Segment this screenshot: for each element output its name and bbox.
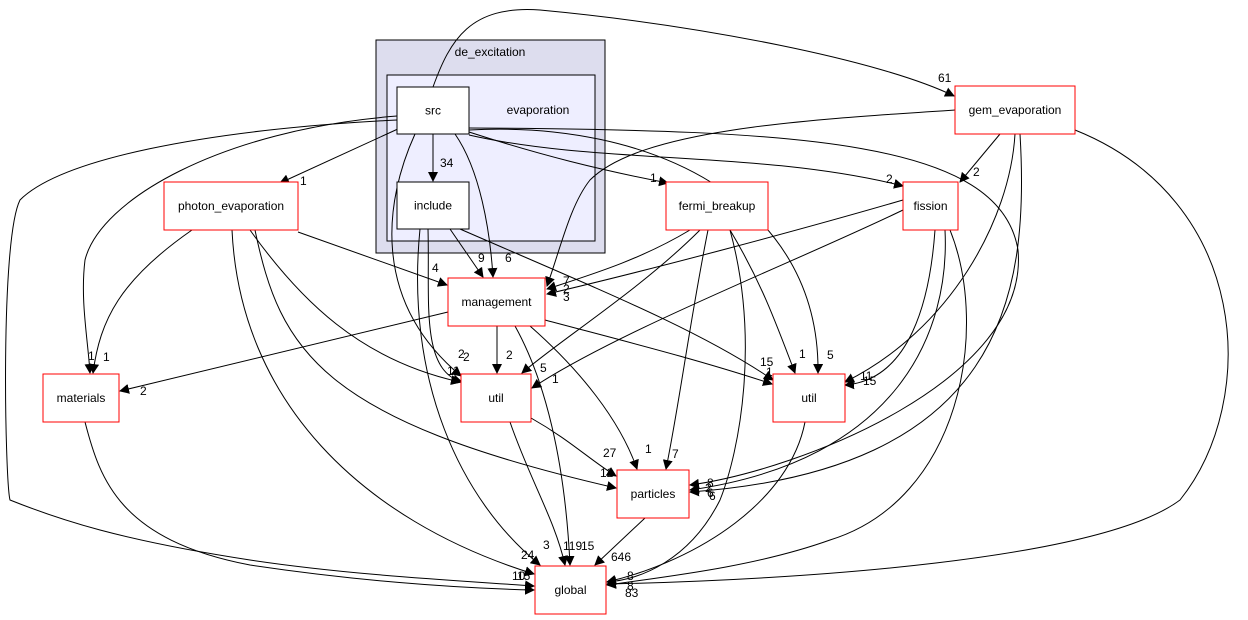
edge-util-left-to-global[interactable]: 15 xyxy=(509,421,595,566)
edge-label[interactable]: 2 xyxy=(506,348,513,362)
edge-line xyxy=(662,229,709,470)
edge-label[interactable]: 8 xyxy=(707,476,714,490)
edge-label[interactable]: 15 xyxy=(517,569,531,583)
node-label: fermi_breakup xyxy=(679,199,756,213)
edge-fission-to-util-right[interactable]: 15 xyxy=(844,229,936,390)
edge-photon-evaporation-to-materials[interactable]: 1 xyxy=(89,229,193,374)
edge-line xyxy=(606,229,746,587)
edge-line xyxy=(84,421,535,595)
node-label: src xyxy=(425,104,441,118)
node-util-right[interactable]: util xyxy=(772,373,846,423)
node-management[interactable]: management xyxy=(447,277,546,327)
edge-label[interactable]: 1 xyxy=(650,171,657,185)
edge-label[interactable]: 2 xyxy=(140,384,147,398)
edge-label[interactable]: 6 xyxy=(505,251,512,265)
edge-label[interactable]: 3 xyxy=(563,290,570,304)
node-label: gem_evaporation xyxy=(969,103,1062,117)
edge-label[interactable]: 2 xyxy=(463,350,470,364)
edge-label[interactable]: 3 xyxy=(543,538,550,552)
node-label: photon_evaporation xyxy=(178,199,284,213)
edge-label[interactable]: 1 xyxy=(799,347,806,361)
edge-label[interactable]: 61 xyxy=(938,71,952,85)
edge-materials-to-global[interactable]: 15 xyxy=(84,421,535,595)
edge-line xyxy=(959,133,1001,183)
node-util-left[interactable]: util xyxy=(460,373,532,423)
node-materials[interactable]: materials xyxy=(42,373,120,423)
edge-line xyxy=(509,421,568,566)
edge-label[interactable]: 15 xyxy=(581,539,595,553)
edge-label[interactable]: 119 xyxy=(563,539,582,553)
node-include[interactable]: include xyxy=(396,181,470,230)
edge-gem-evaporation-to-util-right[interactable]: 11 xyxy=(844,133,1016,383)
node-fermi-breakup[interactable]: fermi_breakup xyxy=(665,181,769,231)
edge-label[interactable]: 9 xyxy=(478,251,485,265)
node-label: materials xyxy=(57,391,106,405)
edge-label[interactable]: 1 xyxy=(88,349,95,363)
node-label: management xyxy=(461,295,532,309)
edge-fermi-breakup-to-global[interactable]: 6 xyxy=(606,229,746,587)
edge-management-to-particles[interactable]: 1 xyxy=(529,325,652,470)
edge-line xyxy=(844,133,1016,383)
node-label: util xyxy=(488,391,503,405)
edge-label[interactable]: 1 xyxy=(300,174,307,188)
edge-fermi-breakup-to-particles[interactable]: 7 xyxy=(662,229,709,470)
node-photon-evaporation[interactable]: photon_evaporation xyxy=(163,181,299,231)
edge-label[interactable]: 11 xyxy=(447,364,460,378)
edge-label[interactable]: 15 xyxy=(863,374,877,388)
node-global[interactable]: global xyxy=(534,565,607,615)
edge-label[interactable]: 6 xyxy=(709,489,716,503)
edge-label[interactable]: 5 xyxy=(540,361,547,375)
edge-management-to-util-left[interactable]: 2 xyxy=(492,326,513,374)
node-label: include xyxy=(414,199,452,213)
edge-particles-to-global[interactable]: 646 xyxy=(594,517,646,566)
edge-label[interactable]: 8 xyxy=(627,569,634,583)
edge-label[interactable]: 1 xyxy=(645,442,652,456)
node-particles[interactable]: particles xyxy=(616,469,690,519)
edge-line xyxy=(529,325,639,470)
edge-label[interactable]: 4 xyxy=(432,261,439,275)
node-fission[interactable]: fission xyxy=(902,181,959,231)
edge-util-left-to-particles[interactable]: 27 xyxy=(530,417,617,477)
edge-label[interactable]: 1 xyxy=(766,365,773,379)
edge-label[interactable]: 5 xyxy=(827,348,834,362)
edge-line xyxy=(119,311,449,394)
node-label: util xyxy=(801,391,816,405)
cluster-label: evaporation xyxy=(507,103,570,117)
edge-fermi-breakup-to-util-right[interactable]: 1 xyxy=(729,229,806,374)
node-src[interactable]: src xyxy=(396,86,470,135)
edge-label[interactable]: 2 xyxy=(973,165,980,179)
edge-line xyxy=(729,229,797,374)
directory-dependency-graph: de_excitation evaporation 61341110621 252… xyxy=(5,9,1229,615)
edge-label[interactable]: 2 xyxy=(886,172,893,186)
edge-label[interactable]: 27 xyxy=(603,446,617,460)
edge-gem-evaporation-to-fission[interactable]: 2 xyxy=(959,133,1001,183)
node-label: global xyxy=(554,583,586,597)
edge-management-to-materials[interactable]: 2 xyxy=(119,311,449,398)
edge-line xyxy=(844,229,936,390)
node-gem-evaporation[interactable]: gem_evaporation xyxy=(954,85,1076,135)
edge-label[interactable]: 1 xyxy=(103,350,110,364)
node-label: fission xyxy=(913,199,947,213)
edge-label[interactable]: 1 xyxy=(552,372,559,386)
node-label: particles xyxy=(631,487,676,501)
edge-label[interactable]: 646 xyxy=(611,550,631,564)
cluster-label: de_excitation xyxy=(455,45,526,59)
edge-label[interactable]: 34 xyxy=(440,156,454,170)
edge-label[interactable]: 7 xyxy=(672,447,679,461)
